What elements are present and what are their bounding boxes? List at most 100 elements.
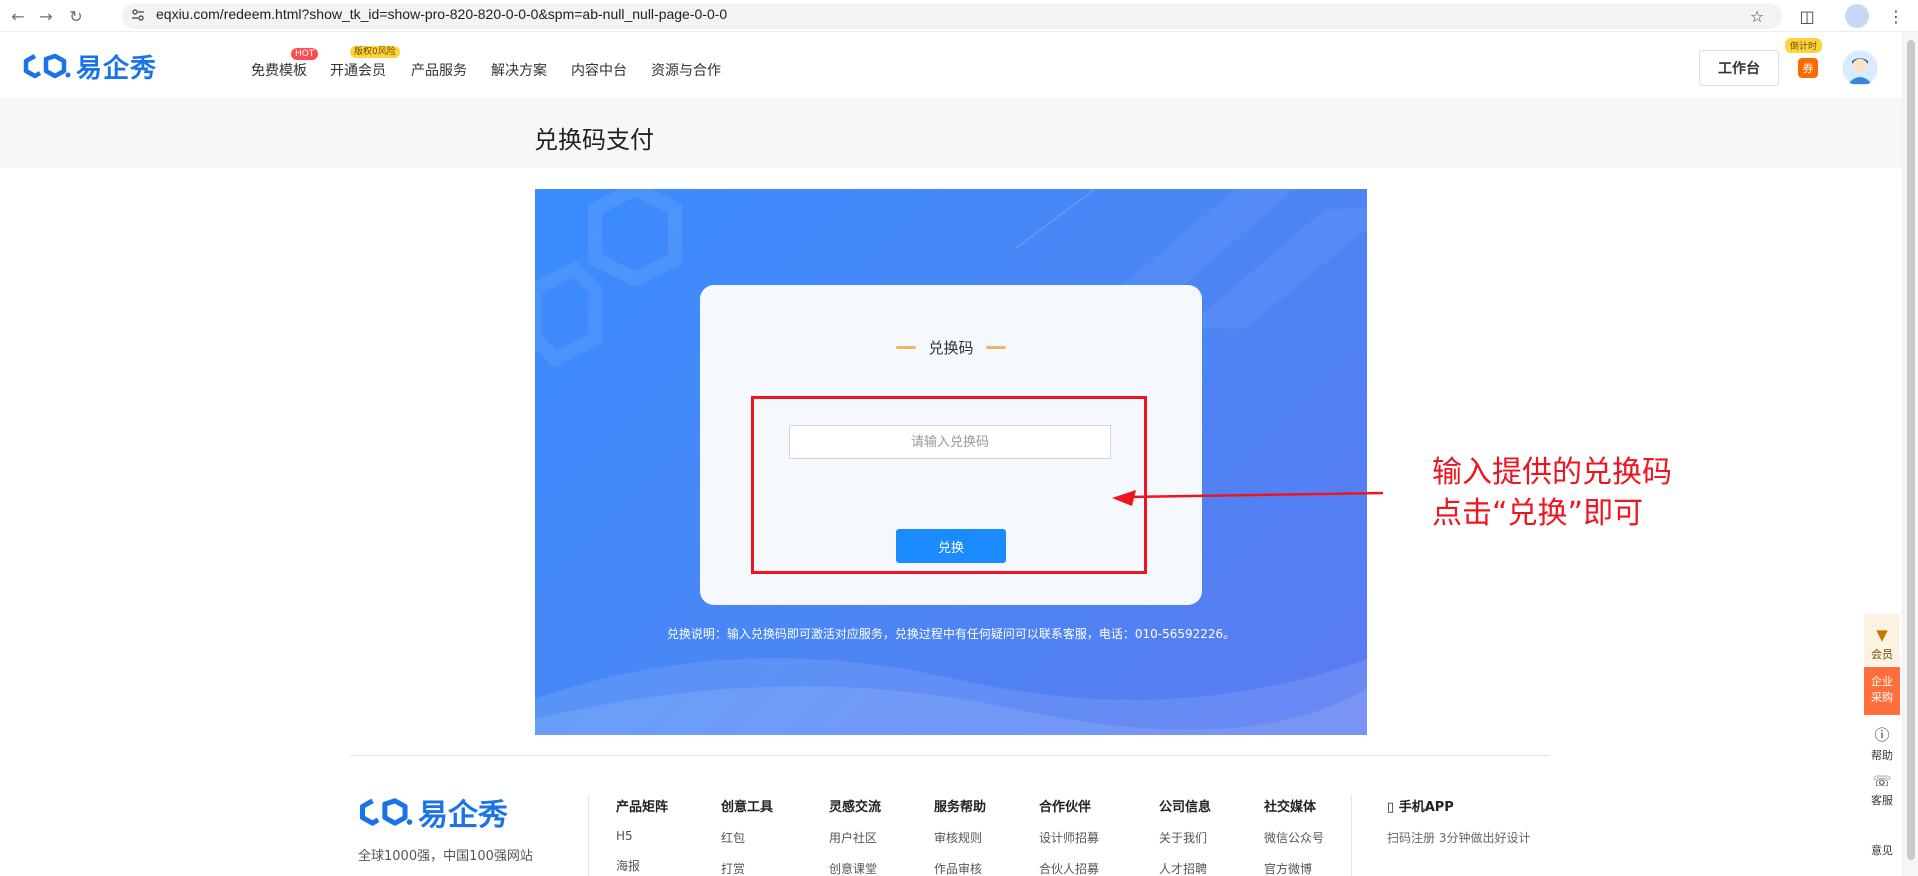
nav-content-platform[interactable]: 内容中台 [571, 60, 627, 80]
annotation-arrow-icon [1112, 490, 1384, 506]
footer-link[interactable]: 用户社区 [829, 829, 881, 846]
footer-col-title: 服务帮助 [934, 800, 987, 815]
footer-link[interactable]: 官方微博 [1264, 860, 1324, 876]
page-title: 兑换码支付 [534, 126, 654, 154]
nav-label: 免费模板 [251, 63, 307, 79]
nav-label: 开通会员 [330, 63, 386, 79]
footer-app-desc: 扫码注册 3分钟做出好设计 [1387, 831, 1531, 845]
back-arrow-icon[interactable]: ← [6, 4, 30, 28]
footer-link[interactable]: 作品审核 [934, 860, 986, 876]
footer-link[interactable]: 海报 [616, 857, 668, 874]
float-service[interactable]: ☏ 客服 [1864, 772, 1900, 808]
footer-col-title: 合作伙伴 [1039, 800, 1092, 815]
footer-col-products: 产品矩阵 H5 海报 [616, 796, 668, 874]
footer-col-social: 社交媒体 微信公众号 官方微博 [1264, 796, 1324, 876]
browser-toolbar: ← → ↻ eqxiu.com/redeem.html?show_tk_id=s… [0, 0, 1918, 32]
float-enterprise[interactable]: 企业 采购 [1864, 667, 1900, 715]
footer-separator [1351, 795, 1352, 876]
scrollbar-thumb[interactable] [1907, 40, 1915, 860]
redeem-card: 兑换码 兑换 [700, 285, 1202, 605]
footer-col-help: 服务帮助 审核规则 作品审核 [934, 796, 986, 876]
nav-products[interactable]: 产品服务 [411, 60, 467, 80]
float-enterprise-label-2: 采购 [1871, 691, 1893, 704]
site-header: 易企秀 免费模板 HOT 开通会员 版权0风险 产品服务 解决方案 内容中台 资… [0, 32, 1902, 98]
browser-menu-icon[interactable]: ⋮ [1884, 4, 1908, 28]
extensions-icon[interactable]: ◫ [1795, 4, 1819, 28]
footer-col-partners: 合作伙伴 设计师招募 合伙人招募 [1039, 796, 1099, 876]
float-help[interactable]: ⓘ 帮助 [1864, 724, 1900, 763]
avatar[interactable] [1842, 50, 1878, 86]
footer-col-inspiration: 灵感交流 用户社区 创意课堂 [829, 796, 881, 876]
footer-separator [588, 795, 589, 876]
redeem-banner: 兑换码 兑换 兑换说明：输入兑换码即可激活对应服务，兑换过程中有任何疑问可以联系… [535, 189, 1367, 735]
annotation-text: 输入提供的兑换码 点击“兑换”即可 [1432, 452, 1672, 534]
footer-link[interactable]: 人才招聘 [1159, 860, 1211, 876]
footer-link[interactable]: 合伙人招募 [1039, 860, 1099, 876]
nav-label: 解决方案 [491, 63, 547, 79]
footer-logo[interactable]: 易企秀 [358, 790, 508, 834]
logo-mark-icon [23, 53, 71, 79]
footer-col-title: 创意工具 [721, 800, 774, 815]
mobile-phone-icon: ▯ [1387, 800, 1395, 815]
footer-link[interactable]: H5 [616, 829, 668, 843]
redeem-code-input[interactable] [789, 425, 1111, 459]
footer-col-title: 灵感交流 [829, 800, 882, 815]
bookmark-star-icon[interactable]: ☆ [1745, 4, 1769, 28]
nav-free-templates[interactable]: 免费模板 HOT [251, 48, 319, 80]
redeem-button[interactable]: 兑换 [896, 529, 1006, 563]
footer-link[interactable]: 关于我们 [1159, 829, 1211, 846]
footer-col-title: 社交媒体 [1264, 800, 1317, 815]
headset-icon: ☏ [1872, 772, 1892, 790]
url-text[interactable]: eqxiu.com/redeem.html?show_tk_id=show-pr… [156, 6, 727, 22]
footer-link[interactable]: 红包 [721, 829, 773, 846]
footer-col-title: 公司信息 [1159, 800, 1212, 815]
float-enterprise-label-1: 企业 [1871, 675, 1893, 688]
footer-mobile-app: ▯ 手机APP 扫码注册 3分钟做出好设计 [1387, 796, 1530, 846]
countdown-tag: 倒计时 [1785, 38, 1823, 53]
forward-arrow-icon[interactable]: → [34, 4, 58, 28]
annotation-line-1: 输入提供的兑换码 [1432, 455, 1672, 490]
site-logo[interactable]: 易企秀 [22, 52, 157, 84]
footer-link[interactable]: 打赏 [721, 860, 773, 876]
footer-link[interactable]: 设计师招募 [1039, 829, 1099, 846]
footer-link[interactable]: 审核规则 [934, 829, 986, 846]
annotation-line-2: 点击“兑换”即可 [1432, 496, 1644, 531]
footer-col-title: 产品矩阵 [616, 800, 669, 815]
help-icon: ⓘ [1874, 726, 1890, 744]
footer-logo-text: 易企秀 [418, 798, 508, 833]
page-scrollbar[interactable] [1902, 32, 1918, 876]
logo-text: 易企秀 [76, 53, 158, 84]
nav-label: 内容中台 [571, 63, 627, 79]
footer-link[interactable]: 微信公众号 [1264, 829, 1324, 846]
footer-app-title-text: 手机APP [1398, 800, 1454, 815]
title-decoration-right [986, 346, 1006, 349]
nav-label: 资源与合作 [651, 63, 721, 79]
site-settings-icon[interactable] [130, 7, 146, 23]
workbench-button[interactable]: 工作台 [1699, 50, 1779, 86]
footer-col-tools: 创意工具 红包 打赏 [721, 796, 773, 876]
footer-link[interactable]: 创意课堂 [829, 860, 881, 876]
coupon-icon[interactable]: 券 [1798, 58, 1818, 78]
nav-solutions[interactable]: 解决方案 [491, 60, 547, 80]
redeem-note: 兑换说明：输入兑换码即可激活对应服务，兑换过程中有任何疑问可以联系客服，电话：0… [666, 627, 1236, 641]
footer-col-company: 公司信息 关于我们 人才招聘 [1159, 796, 1211, 876]
title-band [0, 98, 1902, 168]
float-service-label: 客服 [1871, 794, 1893, 807]
footer-logo-mark-icon [359, 798, 413, 826]
copyright-badge: 版权0风险 [350, 46, 400, 58]
hot-badge: HOT [291, 48, 319, 60]
nav-label: 产品服务 [411, 63, 467, 79]
float-feedback-label: 意见 [1871, 844, 1893, 857]
reload-icon[interactable]: ↻ [64, 4, 88, 28]
nav-open-vip[interactable]: 开通会员 版权0风险 [330, 46, 400, 80]
footer-app-title[interactable]: ▯ 手机APP [1387, 796, 1530, 815]
crown-icon: ▼ [1876, 626, 1888, 644]
footer-divider [350, 755, 1550, 756]
user-avatar-icon [1843, 51, 1877, 85]
browser-profile-icon[interactable] [1845, 4, 1869, 28]
card-title: 兑换码 [928, 339, 974, 357]
float-help-label: 帮助 [1871, 749, 1893, 762]
float-vip[interactable]: ▼ 会员 [1864, 614, 1900, 666]
float-feedback[interactable]: 意见 [1864, 842, 1900, 858]
nav-resources[interactable]: 资源与合作 [651, 60, 721, 80]
